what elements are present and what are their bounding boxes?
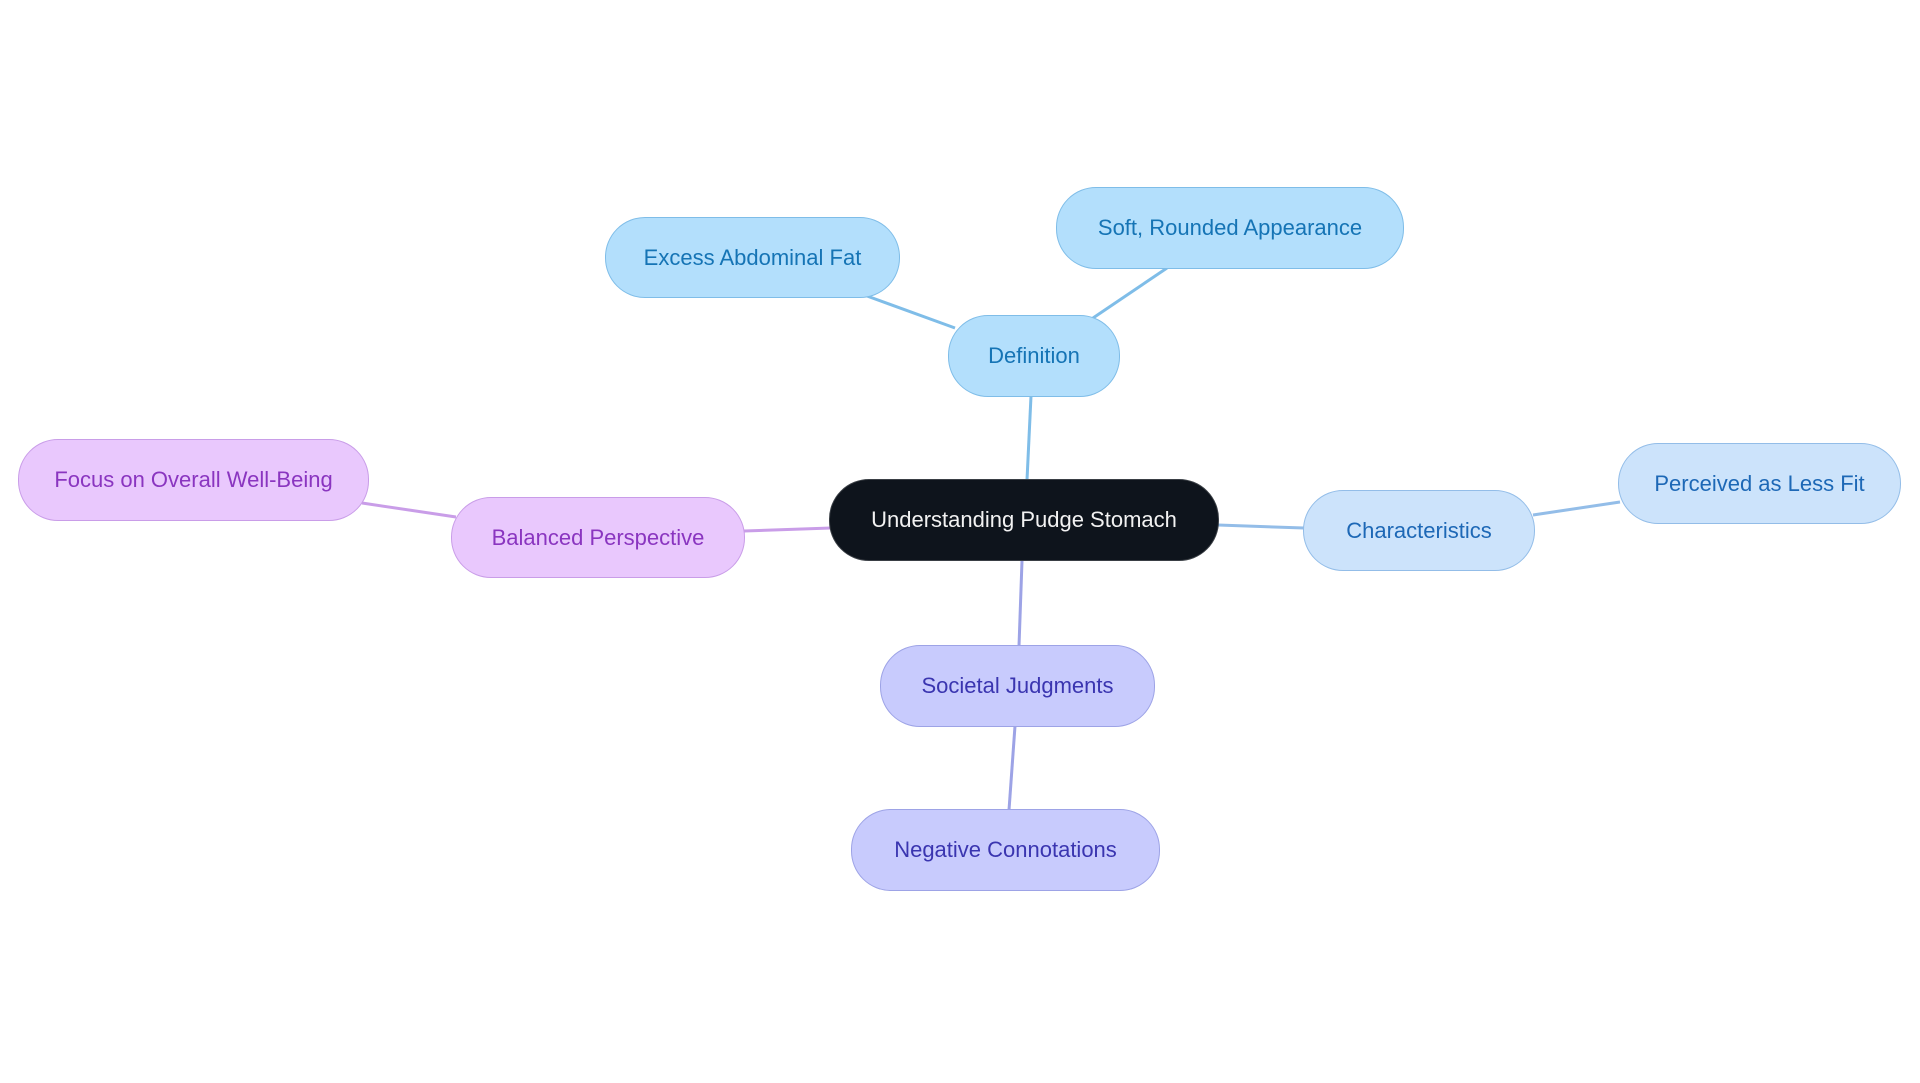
node-characteristics[interactable]: Characteristics <box>1303 490 1535 571</box>
edge-root-societal-judgments <box>1017 560 1024 647</box>
node-soft-rounded-appearance-label: Soft, Rounded Appearance <box>1097 215 1363 240</box>
node-soft-rounded-appearance[interactable]: Soft, Rounded Appearance <box>1056 187 1404 269</box>
edge-root-balanced-perspective <box>743 526 832 533</box>
edge-balanced-perspective-focus-on-overall-well-being <box>361 501 457 519</box>
node-definition[interactable]: Definition <box>948 315 1120 397</box>
edge-root-definition <box>1025 395 1033 481</box>
node-focus-on-overall-well-being-label: Focus on Overall Well-Being <box>54 467 333 492</box>
node-focus-on-overall-well-being[interactable]: Focus on Overall Well-Being <box>18 439 369 521</box>
root-node[interactable]: Understanding Pudge Stomach <box>829 479 1219 561</box>
edge-characteristics-perceived-as-less-fit <box>1532 500 1621 517</box>
node-negative-connotations-label: Negative Connotations <box>894 837 1117 862</box>
node-balanced-perspective[interactable]: Balanced Perspective <box>451 497 745 578</box>
node-excess-abdominal-fat-label: Excess Abdominal Fat <box>643 244 862 270</box>
node-societal-judgments-label: Societal Judgments <box>921 673 1114 698</box>
node-negative-connotations[interactable]: Negative Connotations <box>851 809 1160 891</box>
node-perceived-as-less-fit[interactable]: Perceived as Less Fit <box>1618 443 1901 524</box>
edge-root-characteristics <box>1217 523 1305 530</box>
node-balanced-perspective-label: Balanced Perspective <box>491 524 705 550</box>
node-characteristics-label: Characteristics <box>1346 517 1492 543</box>
node-excess-abdominal-fat[interactable]: Excess Abdominal Fat <box>605 217 900 298</box>
edge-definition-soft-rounded-appearance <box>1092 266 1168 320</box>
edge-definition-excess-abdominal-fat <box>866 294 956 330</box>
root-node-label: Understanding Pudge Stomach <box>871 507 1177 532</box>
node-definition-label: Definition <box>988 343 1080 368</box>
edge-societal-judgments-negative-connotations <box>1007 725 1017 811</box>
node-perceived-as-less-fit-label: Perceived as Less Fit <box>1654 470 1865 496</box>
node-societal-judgments[interactable]: Societal Judgments <box>880 645 1155 727</box>
